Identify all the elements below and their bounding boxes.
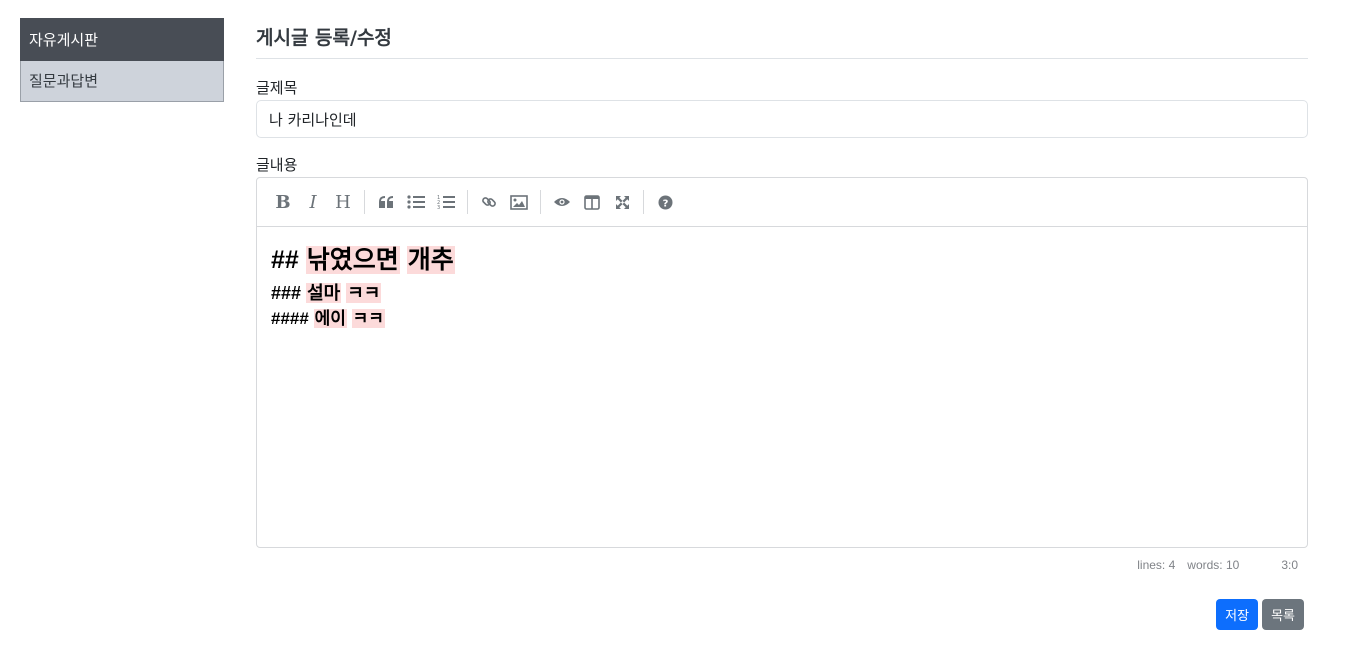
preview-icon[interactable]	[547, 187, 577, 217]
status-words: words: 10	[1187, 558, 1240, 572]
markdown-line: #### 에이 ㅋㅋ	[271, 309, 385, 328]
svg-text:?: ?	[662, 198, 668, 209]
link-icon[interactable]	[474, 187, 504, 217]
toolbar-separator	[364, 190, 365, 214]
title-label: 글제목	[256, 79, 298, 97]
main-content: 게시글 등록/수정 글제목 글내용 B I H 123	[256, 18, 1308, 630]
sidebar-item-qna[interactable]: 질문과답변	[20, 61, 224, 102]
svg-text:3: 3	[437, 205, 440, 210]
quote-icon[interactable]	[371, 187, 401, 217]
guide-icon[interactable]: ?	[650, 187, 680, 217]
status-lines: lines: 4	[1137, 558, 1176, 572]
sidebar: 자유게시판 질문과답변	[20, 18, 224, 102]
markdown-editor: B I H 123 ? ## 낚였으면 개추 ### 설마 ㅋㅋ #### 에이…	[256, 177, 1308, 548]
side-by-side-icon[interactable]	[577, 187, 607, 217]
editor-toolbar: B I H 123 ?	[257, 178, 1307, 227]
bold-icon[interactable]: B	[268, 187, 298, 217]
italic-icon[interactable]: I	[298, 187, 328, 217]
heading-icon[interactable]: H	[328, 187, 358, 217]
sidebar-item-free-board[interactable]: 자유게시판	[20, 18, 224, 61]
content-label: 글내용	[256, 156, 298, 174]
markdown-line: ### 설마 ㅋㅋ	[271, 283, 382, 303]
editor-content-area[interactable]: ## 낚였으면 개추 ### 설마 ㅋㅋ #### 에이 ㅋㅋ	[257, 227, 1307, 547]
markdown-line: ## 낚였으면 개추	[271, 246, 455, 274]
unordered-list-icon[interactable]	[401, 187, 431, 217]
toolbar-separator	[467, 190, 468, 214]
fullscreen-icon[interactable]	[607, 187, 637, 217]
status-cursor: 3:0	[1281, 558, 1298, 572]
toolbar-separator	[540, 190, 541, 214]
toolbar-separator	[643, 190, 644, 214]
editor-statusbar: lines: 4 words: 10 3:0	[256, 548, 1308, 582]
image-icon[interactable]	[504, 187, 534, 217]
page-title: 게시글 등록/수정	[256, 18, 1308, 59]
save-button[interactable]: 저장	[1216, 599, 1259, 630]
title-input[interactable]	[256, 100, 1308, 138]
list-button[interactable]: 목록	[1262, 599, 1304, 630]
ordered-list-icon[interactable]: 123	[431, 187, 461, 217]
form-actions: 저장 목록	[256, 599, 1308, 630]
